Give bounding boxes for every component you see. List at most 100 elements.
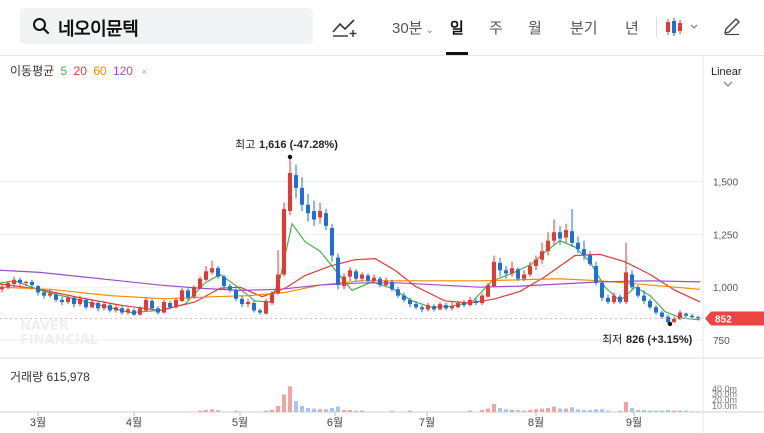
volume-bar xyxy=(534,409,538,412)
volume-bar xyxy=(492,403,496,412)
candle-body xyxy=(90,301,94,308)
candle-body xyxy=(270,293,274,304)
volume-bar xyxy=(330,407,334,412)
x-tick-label: 3월 xyxy=(30,416,46,429)
candle-body xyxy=(456,303,460,308)
volume-bar xyxy=(648,410,652,412)
candle-body xyxy=(330,227,334,256)
price-chart[interactable]: NAVERFINANCIAL 7501,0001,2501,5003월 4월 5월 6월… xyxy=(0,56,764,433)
volume-bar xyxy=(600,409,604,412)
volume-bar xyxy=(204,409,208,412)
candle-body xyxy=(618,296,622,302)
candle-body xyxy=(234,290,238,299)
candle-body xyxy=(594,266,598,283)
candle-body xyxy=(150,300,154,309)
stock-name: 네오이뮨텍 xyxy=(58,19,139,39)
volume-bar xyxy=(606,410,610,412)
volume-bar xyxy=(516,409,520,412)
volume-bar xyxy=(624,401,628,412)
volume-bar xyxy=(552,406,556,412)
volume-bar xyxy=(690,411,694,412)
candle-body xyxy=(72,297,76,305)
volume-bar xyxy=(660,410,664,412)
volume-bar xyxy=(576,409,580,412)
candle-body xyxy=(60,299,64,302)
candle-body xyxy=(576,242,580,250)
candle-body xyxy=(546,240,550,252)
candle-body xyxy=(216,268,220,277)
candle-body xyxy=(582,249,586,256)
candle-body xyxy=(420,307,424,310)
candle-body xyxy=(318,211,322,218)
candle-body xyxy=(66,297,70,302)
active-period-indicator xyxy=(446,52,468,55)
volume-bar xyxy=(504,409,508,412)
candle-body xyxy=(426,305,430,310)
volume-tick-label: 10.0m xyxy=(712,401,737,411)
period-year[interactable]: 년 xyxy=(625,17,639,38)
candle-body xyxy=(504,270,508,274)
candle-body xyxy=(186,290,190,298)
candle-body xyxy=(306,204,310,214)
period-month[interactable]: 월 xyxy=(528,17,542,38)
candle-body xyxy=(630,274,634,288)
candle-body xyxy=(222,276,226,287)
candle-body xyxy=(498,262,502,271)
stock-search-box[interactable]: 네오이뮨텍 xyxy=(20,8,313,44)
x-tick-label: 8월 xyxy=(528,416,544,429)
period-quarter[interactable]: 분기 xyxy=(570,17,598,38)
candle-body xyxy=(108,305,112,311)
candle-body xyxy=(486,285,490,297)
candle-body xyxy=(252,303,256,311)
volume-bar xyxy=(654,410,658,412)
candle-body xyxy=(414,304,418,308)
period-week[interactable]: 주 xyxy=(489,17,503,38)
candle-body xyxy=(444,305,448,309)
volume-bar xyxy=(276,405,280,412)
candle-body xyxy=(660,312,664,317)
candle-body xyxy=(570,231,574,243)
volume-bar xyxy=(294,401,298,412)
candle-body xyxy=(174,299,178,308)
high-label: 최고 xyxy=(235,138,255,151)
candle-body xyxy=(84,299,88,308)
candle-body xyxy=(438,304,442,310)
candle-body xyxy=(396,289,400,296)
candle-body xyxy=(534,259,538,267)
candle-body xyxy=(162,301,166,313)
edit-pen-icon[interactable] xyxy=(722,16,742,36)
candle-body xyxy=(612,295,616,302)
volume-bar xyxy=(528,409,532,412)
last-price-value: 852 xyxy=(715,314,732,325)
volume-bar xyxy=(480,409,484,412)
volume-bar xyxy=(306,407,310,412)
candle-body xyxy=(648,300,652,308)
volume-bar xyxy=(360,410,364,412)
chart-type-candle-icon[interactable] xyxy=(664,16,700,38)
volume-bar xyxy=(198,410,202,412)
volume-bar xyxy=(498,407,502,412)
volume-bar xyxy=(336,406,340,412)
candle-body xyxy=(402,295,406,300)
candle-body xyxy=(678,312,682,319)
toolbar-divider xyxy=(656,17,657,37)
candle-body xyxy=(606,297,610,302)
low-label: 최저 xyxy=(602,333,622,346)
candle-body xyxy=(246,301,250,305)
period-30min[interactable]: 30분 ⌄ xyxy=(392,17,434,38)
candle-body xyxy=(180,290,184,301)
volume-bar xyxy=(318,409,322,412)
trendline-tool-icon[interactable] xyxy=(332,16,358,38)
candle-body xyxy=(324,213,328,226)
period-day[interactable]: 일 xyxy=(450,17,464,38)
high-value: 1,616 (-47.28%) xyxy=(259,139,338,151)
candle-body xyxy=(336,257,340,286)
candle-body xyxy=(564,230,568,238)
volume-bar xyxy=(486,408,490,412)
candle-body xyxy=(462,303,466,306)
candle-body xyxy=(666,316,670,323)
volume-bar xyxy=(510,409,514,412)
volume-bar xyxy=(684,410,688,412)
candle-body xyxy=(348,270,352,277)
candle-body xyxy=(408,299,412,305)
